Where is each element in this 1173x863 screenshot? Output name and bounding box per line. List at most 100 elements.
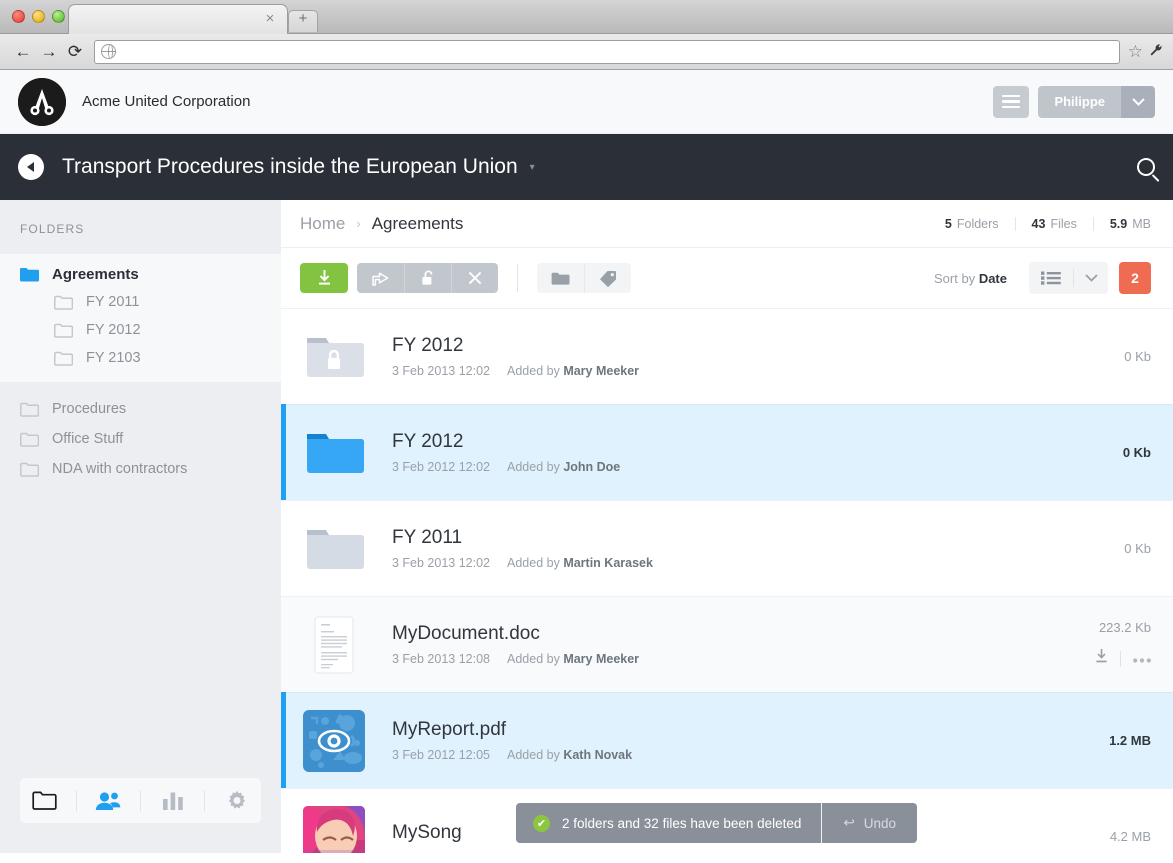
stat-value: 5.9 (1109, 216, 1128, 231)
file-name: FY 2011 (392, 527, 463, 548)
share-button[interactable] (357, 263, 404, 293)
sidebar-item-label: Office Stuff (52, 431, 124, 447)
file-info: FY 2011 3 Feb 2013 12:02 Added by Martin… (392, 527, 1124, 570)
folder-gray-icon (303, 518, 365, 580)
album-art-icon (303, 805, 365, 853)
sidebar-item-fy2012[interactable]: FY 2012 (0, 316, 281, 344)
table-row[interactable]: FY 2012 3 Feb 2012 12:02 Added by John D… (281, 404, 1173, 500)
workspace-title-bar: Transport Procedures inside the European… (0, 134, 1173, 200)
action-toolbar: Sort by Date 2 (281, 248, 1173, 308)
reload-button[interactable]: ⟳ (62, 39, 88, 65)
sidebar-footer (0, 778, 281, 853)
sidebar-item-label: Agreements (52, 265, 139, 283)
stat-label: MB (1132, 216, 1151, 231)
table-row[interactable]: FY 2012 3 Feb 2013 12:02 Added by Mary M… (281, 308, 1173, 404)
file-meta: 3 Feb 2013 12:02 Added by Mary Meeker (392, 364, 1124, 378)
close-window-button[interactable] (12, 10, 25, 23)
address-bar[interactable] (94, 39, 1120, 64)
undo-button[interactable]: ↩ Undo (822, 815, 917, 831)
file-size: 0 Kb (1122, 445, 1151, 460)
added-by-prefix: Added by (507, 556, 560, 570)
chevron-down-icon[interactable]: ▾ (530, 162, 535, 173)
file-meta: 3 Feb 2013 12:02 Added by Martin Karasek (392, 556, 1124, 570)
search-button[interactable] (1137, 158, 1155, 176)
back-arrow-icon[interactable] (18, 154, 44, 180)
download-icon[interactable] (1095, 649, 1108, 669)
sidebar-item-label: FY 2011 (86, 294, 140, 310)
toast-message: 2 folders and 32 files have been deleted (562, 815, 802, 831)
sidebar-item-agreements[interactable]: Agreements (0, 260, 281, 288)
sidebar-item-fy2011[interactable]: FY 2011 (0, 288, 281, 316)
table-row[interactable]: MyDocument.doc 3 Feb 2013 12:08 Added by… (281, 596, 1173, 692)
browser-window: × ← → ⟳ ☆ Acme United Corporation (0, 0, 1173, 863)
added-by-prefix: Added by (507, 364, 560, 378)
browser-toolbar: ← → ⟳ ☆ (0, 34, 1173, 70)
app-header: Acme United Corporation Philippe (0, 70, 1173, 134)
minimize-window-button[interactable] (32, 10, 45, 23)
file-name: FY 2012 (392, 335, 464, 356)
table-row[interactable]: FY 2011 3 Feb 2013 12:02 Added by Martin… (281, 500, 1173, 596)
file-right: 1.2 MB (1109, 733, 1151, 748)
breadcrumb-home[interactable]: Home (300, 214, 345, 234)
users-icon[interactable] (91, 786, 125, 816)
folder-stats: 5 Folders 43 Files 5.9 MB (929, 216, 1151, 231)
file-meta: 3 Feb 2012 12:05 Added by Kath Novak (392, 748, 1109, 762)
browser-tab-bar: × (0, 0, 1173, 34)
sort-control[interactable]: Sort by Date (934, 271, 1007, 286)
maximize-window-button[interactable] (52, 10, 65, 23)
file-info: FY 2012 3 Feb 2013 12:02 Added by Mary M… (392, 335, 1124, 378)
file-name: FY 2012 (392, 431, 464, 452)
stat-label: Folders (956, 216, 999, 231)
doc-page-icon (303, 614, 365, 676)
move-to-folder-button[interactable] (537, 263, 584, 293)
unlock-button[interactable] (404, 263, 451, 293)
file-author: Added by Kath Novak (507, 748, 632, 762)
sort-prefix: Sort by (934, 270, 976, 286)
file-author: Added by Martin Karasek (507, 556, 653, 570)
delete-button[interactable] (451, 263, 498, 293)
sidebar-item-procedures[interactable]: Procedures (0, 394, 281, 424)
file-meta: 3 Feb 2013 12:08 Added by Mary Meeker (392, 652, 1095, 666)
user-menu[interactable]: Philippe (1038, 85, 1155, 118)
breadcrumb-current: Agreements (371, 213, 464, 233)
sidebar-tree-group: Agreements FY 2011 FY 2012 FY 2103 (0, 254, 281, 382)
file-author: Added by Mary Meeker (507, 652, 639, 666)
table-row[interactable]: MyReport.pdf 3 Feb 2012 12:05 Added by K… (281, 692, 1173, 788)
stats-icon[interactable] (156, 786, 190, 816)
file-meta: 3 Feb 2012 12:02 Added by John Doe (392, 460, 1123, 474)
brand-name: Acme United Corporation (82, 93, 251, 110)
secondary-actions (357, 263, 498, 293)
menu-hamburger-icon[interactable] (993, 85, 1030, 118)
browser-tab[interactable]: × (68, 4, 288, 34)
check-icon: ✔ (533, 814, 550, 832)
pdf-preview-icon (303, 709, 365, 772)
sidebar-item-label: NDA with contractors (52, 461, 188, 477)
wrench-menu-icon[interactable] (1149, 43, 1163, 61)
chevron-down-icon[interactable] (1121, 85, 1155, 118)
file-author: Added by Mary Meeker (507, 364, 639, 378)
bookmark-star-icon[interactable]: ☆ (1128, 42, 1143, 62)
back-button[interactable]: ← (10, 39, 36, 65)
folder-icon (54, 295, 74, 310)
forward-button[interactable]: → (36, 39, 62, 65)
toast-message-wrap: ✔ 2 folders and 32 files have been delet… (516, 814, 821, 832)
download-button[interactable] (300, 263, 348, 293)
file-name: MyReport.pdf (392, 719, 507, 740)
selection-count-badge[interactable]: 2 (1119, 262, 1151, 294)
sidebar-item-office-stuff[interactable]: Office Stuff (0, 424, 281, 454)
tag-button[interactable] (584, 263, 631, 293)
tab-close-icon[interactable]: × (263, 11, 277, 26)
sidebar-item-label: FY 2012 (86, 322, 141, 338)
chevron-down-icon[interactable] (1074, 274, 1108, 282)
added-by-prefix: Added by (507, 460, 560, 474)
more-options-icon[interactable] (1133, 650, 1151, 668)
sidebar-item-nda-with-contractors[interactable]: NDA with contractors (0, 454, 281, 484)
list-view-icon[interactable] (1029, 271, 1073, 285)
globe-icon (100, 43, 116, 59)
settings-icon[interactable] (220, 786, 254, 816)
sidebar-item-fy2103[interactable]: FY 2103 (0, 344, 281, 372)
file-size: 1.2 MB (1109, 733, 1151, 748)
file-date: 3 Feb 2012 12:05 (392, 748, 490, 762)
new-tab-button[interactable] (288, 10, 318, 32)
files-icon[interactable] (27, 786, 61, 816)
